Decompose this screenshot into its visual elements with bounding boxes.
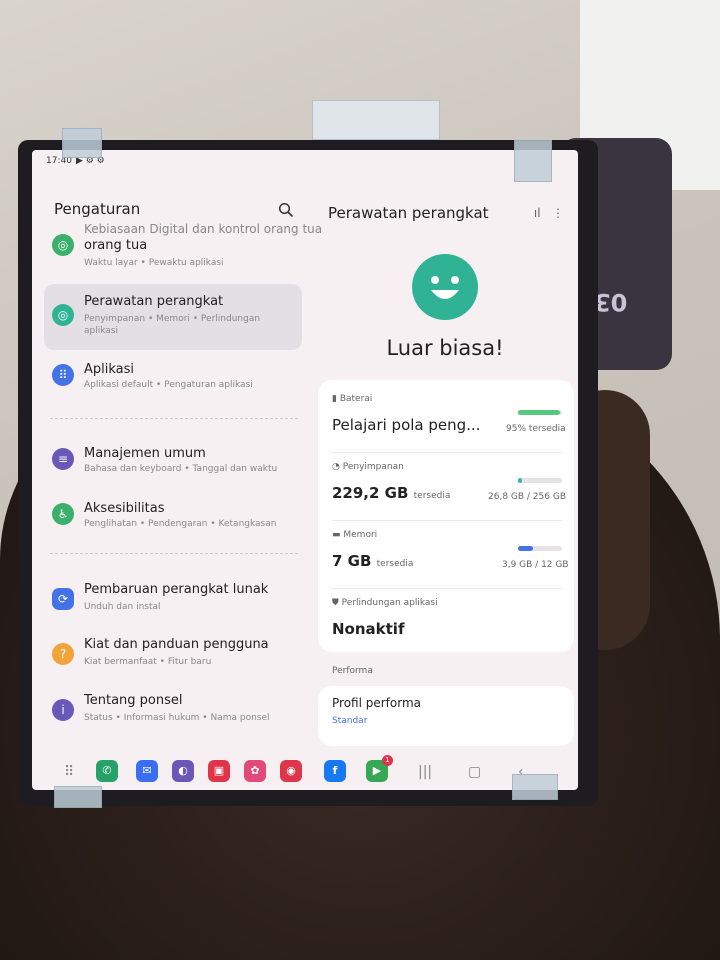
- device-screen: 17:40 ▶ ⚙ ⚙ Pengaturan ◎ Kebiasaan Digit…: [32, 150, 578, 790]
- divider: [332, 588, 562, 589]
- settings-item-subtitle: Waktu layar • Pewaktu aplikasi: [84, 258, 224, 268]
- memory-usage: 3,9 GB / 12 GB: [502, 560, 569, 570]
- app-drawer-icon[interactable]: ⠿: [64, 764, 74, 780]
- app-protection-label: ⛊ Perlindungan aplikasi: [332, 598, 438, 608]
- settings-item-label: Kebiasaan Digital dan kontrol orang tua: [84, 222, 323, 236]
- messages-glyph: ✉: [142, 764, 152, 777]
- memory-bar-fill: [518, 546, 533, 551]
- storage-bar-fill: [518, 478, 523, 483]
- settings-item-label: Pembaruan perangkat lunak: [84, 582, 269, 597]
- storage-value: 229,2 GB tersedia: [332, 484, 451, 502]
- settings-item-subtitle-line2: aplikasi: [84, 326, 118, 336]
- settings-item-subtitle: Bahasa dan keyboard • Tanggal dan waktu: [84, 464, 278, 474]
- settings-item-general-management[interactable]: ≡ Manajemen umum Bahasa dan keyboard • T…: [44, 446, 302, 486]
- notification-badge: 1: [382, 755, 393, 766]
- phone-glyph: ✆: [102, 764, 112, 777]
- performance-profile-card[interactable]: Profil performa Standar: [318, 686, 574, 746]
- flower-glyph: ✿: [250, 764, 260, 777]
- storage-label: ◔ Penyimpanan: [332, 462, 404, 472]
- settings-item-subtitle: Unduh dan instal: [84, 602, 161, 612]
- home-button[interactable]: ▢: [468, 764, 481, 780]
- camera-app-icon[interactable]: ◉: [280, 760, 302, 782]
- about-phone-icon: i: [52, 699, 74, 721]
- settings-item-label-line2: orang tua: [84, 238, 148, 253]
- general-management-icon: ≡: [52, 448, 74, 470]
- battery-available: 95% tersedia: [506, 424, 566, 434]
- memory-bar: [518, 546, 562, 551]
- performance-section-label: Performa: [332, 666, 373, 676]
- settings-item-subtitle: Status • Informasi hukum • Nama ponsel: [84, 713, 270, 723]
- settings-item-subtitle: Aplikasi default • Pengaturan aplikasi: [84, 380, 253, 390]
- settings-pane: Pengaturan ◎ Kebiasaan Digital dan kontr…: [32, 150, 322, 790]
- facebook-glyph: f: [332, 764, 338, 777]
- settings-item-tips[interactable]: ? Kiat dan panduan pengguna Kiat bermanf…: [44, 637, 302, 677]
- battery-bar: [518, 410, 562, 415]
- divider: [50, 418, 298, 419]
- tape-top-right: [514, 140, 552, 182]
- flipboard-glyph: ▣: [213, 764, 225, 777]
- memory-label: ▬ Memori: [332, 530, 378, 540]
- header-actions: ıl ⋮: [534, 206, 564, 220]
- divider: [50, 553, 298, 554]
- settings-item-accessibility[interactable]: ♿ Aksesibilitas Penglihatan • Pendengara…: [44, 501, 302, 541]
- storage-usage: 26,8 GB / 256 GB: [488, 492, 566, 502]
- app-protection-value: Nonaktif: [332, 620, 405, 638]
- settings-item-apps[interactable]: ⠿ Aplikasi Aplikasi default • Pengaturan…: [44, 362, 302, 402]
- messages-app-icon[interactable]: ✉: [136, 760, 158, 782]
- device-care-title: Perawatan perangkat: [328, 204, 489, 222]
- memory-value: 7 GB tersedia: [332, 552, 414, 570]
- battery-label: ▮ Baterai: [332, 394, 373, 404]
- storage-bar: [518, 478, 562, 483]
- settings-item-subtitle: Kiat bermanfaat • Fitur baru: [84, 657, 212, 667]
- settings-item-label: Tentang ponsel: [84, 693, 183, 708]
- device-care-icon: ◎: [52, 304, 74, 326]
- settings-title: Pengaturan: [54, 200, 141, 218]
- settings-item-software-update[interactable]: ⟳ Pembaruan perangkat lunak Unduh dan in…: [44, 582, 302, 622]
- divider: [332, 452, 562, 453]
- settings-item-subtitle: Penglihatan • Pendengaran • Ketangkasan: [84, 519, 277, 529]
- settings-item-label: Kiat dan panduan pengguna: [84, 637, 269, 652]
- browser-app-icon[interactable]: ◐: [172, 760, 194, 782]
- tips-icon: ?: [52, 643, 74, 665]
- background-phone-text: 03: [594, 288, 628, 316]
- settings-item-label: Perawatan perangkat: [84, 294, 224, 309]
- battery-bar-fill: [518, 410, 560, 415]
- performance-profile-label: Profil performa: [332, 696, 422, 710]
- more-options-icon[interactable]: ⋮: [552, 206, 564, 220]
- settings-item-label: Aksesibilitas: [84, 501, 165, 516]
- tape-top-center: [312, 100, 440, 140]
- accessibility-icon: ♿: [52, 503, 74, 525]
- settings-item-label: Aplikasi: [84, 362, 135, 377]
- tape-bottom-right: [512, 774, 558, 800]
- flipboard-app-icon[interactable]: ▣: [208, 760, 230, 782]
- tape-bottom-left: [54, 786, 102, 808]
- settings-item-label: Manajemen umum: [84, 446, 206, 461]
- software-update-icon: ⟳: [52, 588, 74, 610]
- facebook-app-icon[interactable]: f: [324, 760, 346, 782]
- phone-app-icon[interactable]: ✆: [96, 760, 118, 782]
- recents-button[interactable]: |||: [418, 764, 432, 780]
- divider: [332, 520, 562, 521]
- device-care-pane: Perawatan perangkat ıl ⋮ Luar biasa! ▮ B…: [312, 150, 578, 790]
- stats-icon[interactable]: ıl: [534, 206, 541, 220]
- taskbar: ⠿ ✆ ✉ ◐ ▣ ✿ ◉ f ▶ 1 ||| ▢ ‹: [32, 754, 578, 790]
- performance-profile-value: Standar: [332, 716, 368, 726]
- device-status-text: Luar biasa!: [386, 336, 504, 360]
- smiley-face-icon: [412, 254, 478, 320]
- search-icon[interactable]: [278, 202, 294, 218]
- settings-item-digital-wellbeing[interactable]: ◎ Kebiasaan Digital dan kontrol orang tu…: [44, 222, 322, 276]
- settings-item-about-phone[interactable]: i Tentang ponsel Status • Informasi huku…: [44, 693, 302, 733]
- play-store-app-icon[interactable]: ▶ 1: [366, 755, 393, 782]
- settings-item-subtitle: Penyimpanan • Memori • Perlindungan: [84, 314, 261, 324]
- camera-glyph: ◉: [286, 764, 296, 777]
- digital-wellbeing-icon: ◎: [52, 234, 74, 256]
- browser-glyph: ◐: [178, 764, 188, 777]
- flower-app-icon[interactable]: ✿: [244, 760, 266, 782]
- settings-item-device-care[interactable]: ◎ Perawatan perangkat Penyimpanan • Memo…: [44, 284, 302, 350]
- status-card: ▮ Baterai Pelajari pola peng... 95% ters…: [318, 380, 574, 652]
- tape-top-left: [62, 128, 102, 158]
- battery-value: Pelajari pola peng...: [332, 416, 481, 434]
- apps-icon: ⠿: [52, 364, 74, 386]
